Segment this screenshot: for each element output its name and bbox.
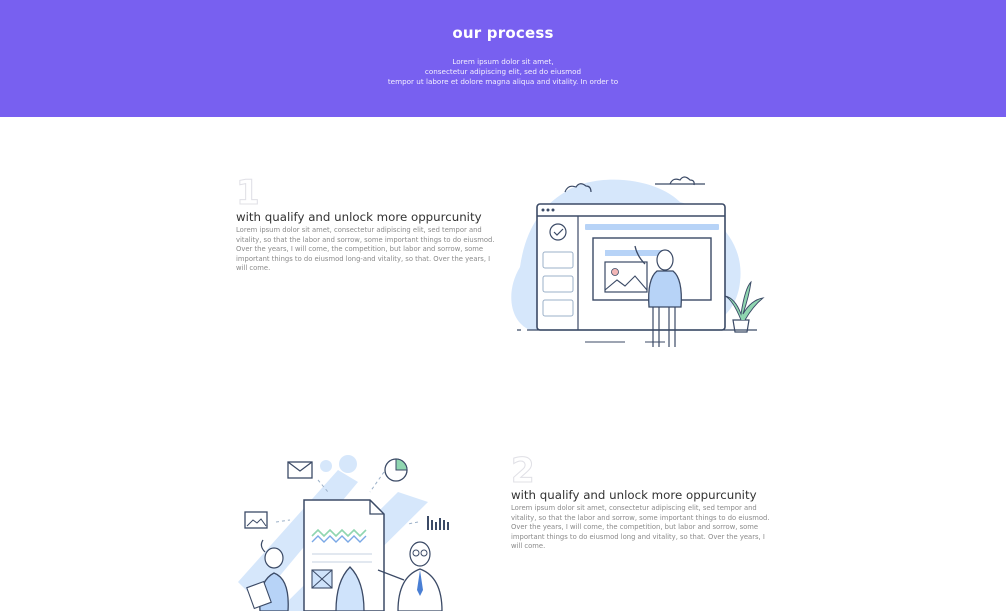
process-step-2: 2 with qualify and unlock more oppurcuni… (511, 454, 773, 552)
hero-title: our process (452, 24, 554, 42)
pie-chart-icon (384, 458, 408, 482)
person-icon (377, 541, 443, 611)
image-icon (244, 511, 268, 529)
step-title: with qualify and unlock more oppurcunity (511, 488, 757, 502)
step-description: Lorem ipsum dolor sit amet, consectetur … (511, 504, 770, 551)
bar-chart-icon (427, 516, 449, 530)
process-step-1: 1 with qualify and unlock more oppurcuni… (236, 176, 498, 274)
mail-icon (287, 461, 313, 479)
hero-subtitle-line: Lorem ipsum dolor sit amet, (452, 57, 554, 66)
hero-subtitle-line: consectetur adipiscing elit, sed do eius… (424, 67, 582, 76)
step-number: 1 (236, 173, 261, 213)
step-number: 2 (511, 451, 536, 491)
document-chart-icon (238, 455, 449, 611)
hero-subtitle: Lorem ipsum dolor sit amet, consectetur … (0, 57, 1006, 87)
step-title: with qualify and unlock more oppurcunity (236, 210, 482, 224)
hero-banner: our process Lorem ipsum dolor sit amet, … (0, 0, 1006, 117)
hero-subtitle-line: tempor ut labore et dolore magna aliqua … (387, 77, 619, 86)
browser-window-icon (511, 176, 765, 347)
step-description: Lorem ipsum dolor sit amet, consectetur … (236, 226, 495, 273)
